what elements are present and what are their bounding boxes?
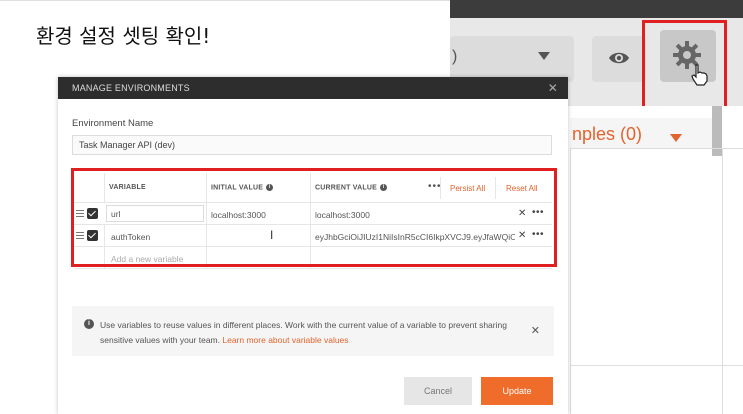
notice-text: Use variables to reuse values in differe…	[100, 320, 507, 345]
divider	[570, 365, 743, 366]
chevron-down-icon	[538, 52, 550, 60]
examples-label[interactable]: nples (0)	[572, 124, 642, 145]
divider	[722, 148, 723, 414]
divider	[570, 148, 743, 149]
modal-title: MANAGE ENVIRONMENTS	[72, 83, 190, 93]
info-icon: i	[84, 319, 94, 329]
environment-quick-look-button[interactable]	[592, 36, 646, 82]
app-titlebar	[450, 0, 743, 18]
cancel-button[interactable]: Cancel	[404, 377, 472, 405]
close-icon[interactable]: ✕	[548, 81, 558, 95]
modal-header: MANAGE ENVIRONMENTS ✕	[58, 77, 568, 99]
variables-info-notice: i Use variables to reuse values in diffe…	[72, 306, 554, 356]
environment-name-input[interactable]: Task Manager API (dev)	[72, 135, 552, 155]
learn-more-link[interactable]: Learn more about variable values	[222, 335, 348, 345]
divider	[570, 148, 571, 414]
environment-name-label: Environment Name	[72, 118, 154, 129]
environment-select[interactable]: )	[450, 36, 574, 82]
highlight-box-gear	[642, 20, 727, 118]
close-icon[interactable]: ✕	[531, 324, 540, 337]
chevron-down-icon	[670, 134, 682, 142]
eye-icon	[609, 52, 629, 64]
environment-select-value: )	[452, 48, 458, 65]
update-button[interactable]: Update	[481, 377, 553, 405]
highlight-box-variables	[71, 168, 557, 267]
annotation-caption: 환경 설정 셋팅 확인!	[36, 24, 211, 48]
